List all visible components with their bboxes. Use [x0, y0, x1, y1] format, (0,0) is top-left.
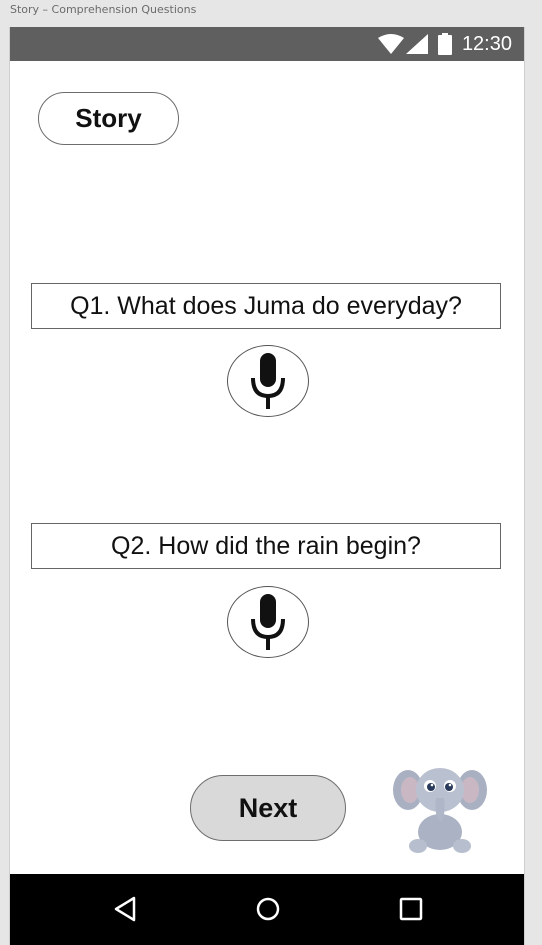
status-icons: 12:30: [377, 27, 512, 61]
home-icon: [256, 897, 280, 921]
signal-icon: [405, 34, 428, 54]
answer-1-mic-button[interactable]: [227, 345, 309, 417]
next-button[interactable]: Next: [190, 775, 346, 841]
microphone-icon: [251, 594, 285, 650]
battery-icon: [437, 33, 452, 55]
answer-2-mic-button[interactable]: [227, 586, 309, 658]
story-button[interactable]: Story: [38, 92, 179, 145]
wifi-icon: [377, 34, 404, 54]
question-2: Q2. How did the rain begin?: [31, 523, 501, 569]
home-button[interactable]: [248, 892, 288, 926]
microphone-icon: [251, 353, 285, 409]
back-icon: [114, 896, 136, 922]
recent-apps-icon: [399, 897, 423, 921]
phone-screen: 12:30 Story Q1. What does Juma do everyd…: [9, 27, 525, 945]
elephant-mascot: [393, 768, 487, 853]
navigation-bar: [10, 874, 524, 945]
back-button[interactable]: [105, 892, 145, 926]
status-time: 12:30: [461, 32, 512, 55]
recent-apps-button[interactable]: [391, 892, 431, 926]
window-title: Story – Comprehension Questions: [10, 3, 197, 16]
status-bar: 12:30: [10, 27, 524, 61]
question-1: Q1. What does Juma do everyday?: [31, 283, 501, 329]
